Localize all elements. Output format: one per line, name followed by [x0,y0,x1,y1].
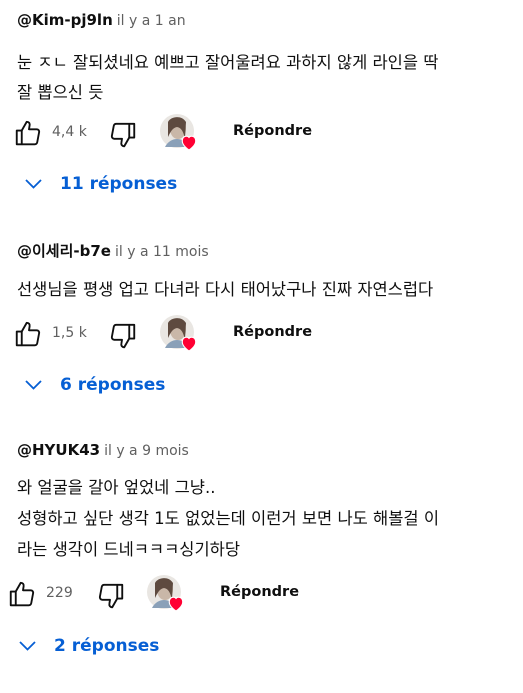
replies-count-label: 2 réponses [54,636,160,656]
comment-text-line: 라는 생각이 드네ㅋㅋㅋ싱기하당 [17,540,241,559]
heart-icon [181,135,197,151]
comment-text-line: 잘 뽑으신 듯 [17,83,104,102]
comment-text-line: 눈 ㅈㄴ 잘되셨네요 예쁘고 잘어울려요 과하지 않게 라인을 딱 [17,53,439,72]
like-count: 1,5 k [52,325,87,341]
comment-header: @Kim-pj9ln il y a 1 an [17,11,186,29]
thumbs-down-icon[interactable] [108,321,138,351]
thumbs-down-icon[interactable] [108,120,138,150]
thumbs-up-icon[interactable] [7,579,37,609]
creator-heart-avatar [160,315,197,352]
comment-text-line: 와 얼굴을 갈아 엎었네 그냥.. [17,478,216,497]
comment-header: @HYUK43 il y a 9 mois [17,441,189,459]
comment-timestamp[interactable]: il y a 11 mois [115,244,209,260]
creator-heart-avatar [160,114,197,151]
heart-icon [168,596,184,612]
creator-heart-avatar [147,575,184,612]
reply-button[interactable]: Répondre [233,324,312,340]
reply-button[interactable]: Répondre [220,584,299,600]
like-count: 4,4 k [52,124,87,140]
view-replies-button[interactable]: 6 réponses [25,375,165,395]
comment-actions: 229 Répondre [0,573,523,613]
reply-button[interactable]: Répondre [233,123,312,139]
view-replies-button[interactable]: 11 réponses [25,174,177,194]
comment-timestamp[interactable]: il y a 1 an [117,13,186,29]
comment-author[interactable]: @이세리-b7e [17,242,111,260]
thumbs-down-icon[interactable] [96,581,126,611]
view-replies-button[interactable]: 2 réponses [19,636,159,656]
like-count: 229 [46,585,73,601]
thumbs-up-icon[interactable] [13,118,43,148]
replies-count-label: 6 réponses [60,375,166,395]
comment-text-line: 선생님을 평생 업고 다녀라 다시 태어났구나 진짜 자연스럽다 [17,280,434,299]
comment-text-line: 성형하고 싶단 생각 1도 없었는데 이런거 보면 나도 해볼걸 이 [17,509,440,528]
thumbs-up-icon[interactable] [13,319,43,349]
chevron-down-icon [25,179,42,189]
replies-count-label: 11 réponses [60,174,178,194]
comment-author[interactable]: @HYUK43 [17,441,100,459]
chevron-down-icon [19,641,36,651]
comment-timestamp[interactable]: il y a 9 mois [104,443,189,459]
comment-author[interactable]: @Kim-pj9ln [17,11,113,29]
chevron-down-icon [25,380,42,390]
heart-icon [181,336,197,352]
comment-actions: 4,4 k Répondre [0,112,523,152]
comment-actions: 1,5 k Répondre [0,313,523,353]
comment-header: @이세리-b7e il y a 11 mois [17,240,209,261]
